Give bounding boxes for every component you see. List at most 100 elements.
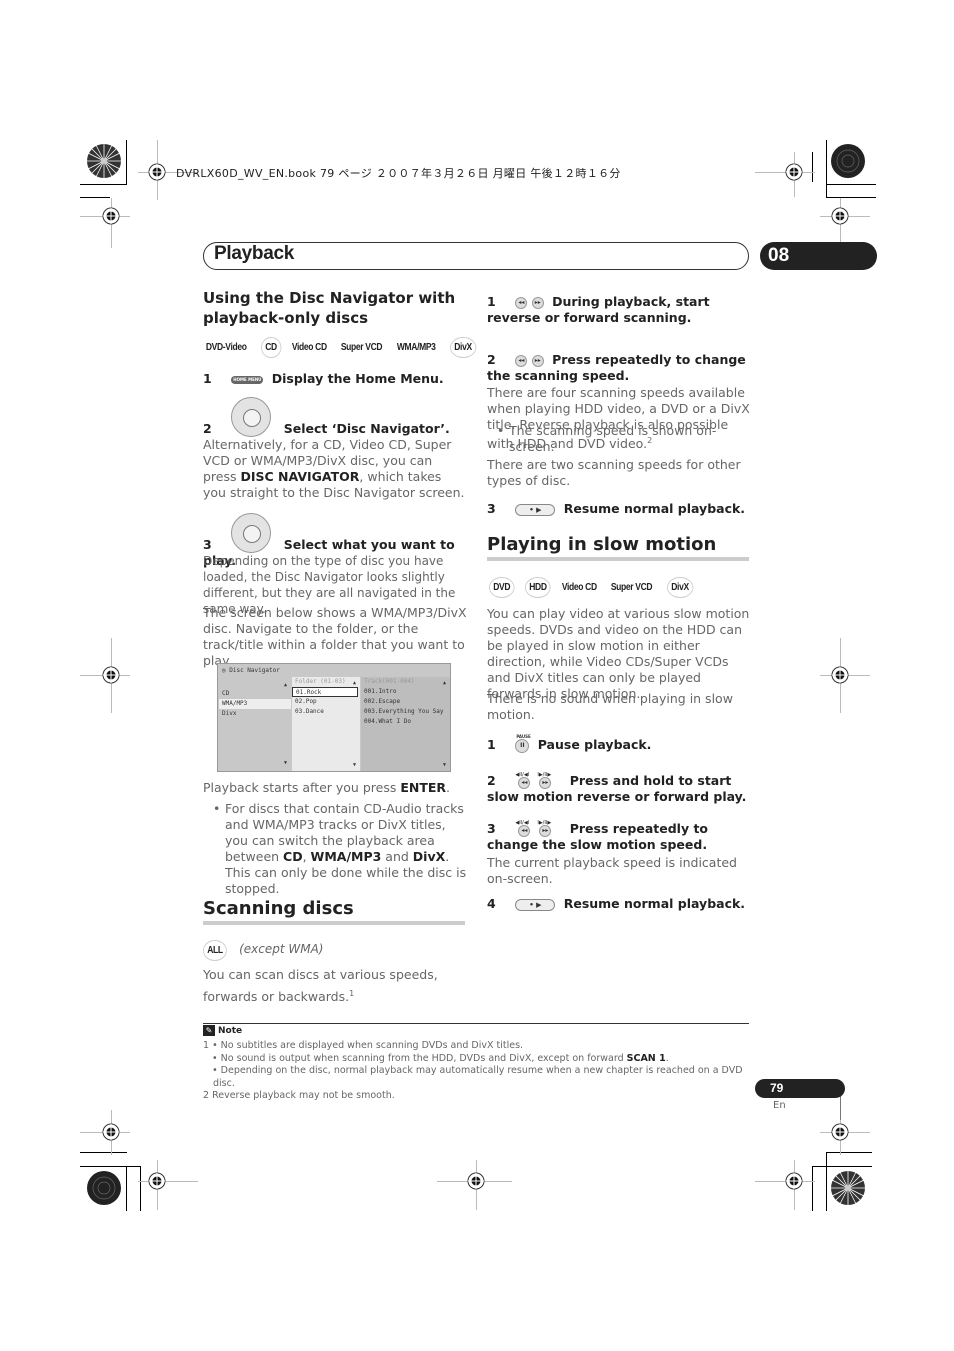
- badge-super-vcd: Super VCD: [611, 582, 653, 593]
- badge-wma-mp3: WMA/MP3: [397, 342, 436, 353]
- fast-forward-icon: ▸▸: [531, 354, 544, 367]
- step-number: 4: [487, 896, 496, 911]
- text: There are four scanning speeds available…: [487, 385, 750, 452]
- step-number: 3: [487, 821, 496, 836]
- text: • No sound is output when scanning from …: [203, 1052, 627, 1064]
- step-number: 2: [487, 352, 496, 367]
- footnote-ref[interactable]: 1: [349, 989, 354, 998]
- section-disc-navigator: Using the Disc Navigator with playback-o…: [203, 288, 468, 328]
- badge-dvd: DVD: [489, 577, 515, 598]
- folder-header: Folder (01-03): [295, 678, 346, 685]
- page-language: En: [773, 1100, 786, 1111]
- step-number: 1: [487, 737, 496, 752]
- scroll-down-icon: ▼: [442, 762, 446, 768]
- section-heading: Using the Disc Navigator with playback-o…: [203, 289, 456, 327]
- play-button-icon: • ▶: [515, 503, 556, 516]
- track-list: ▲ Track(001-004) 001.Intro 002.Escape 00…: [361, 677, 450, 771]
- scan-1-key: SCAN 1: [626, 1052, 666, 1064]
- scroll-down-icon: ▼: [283, 760, 287, 766]
- pause-icon: II: [515, 739, 530, 753]
- enter-key: ENTER: [400, 780, 447, 795]
- step-label: Select ‘Disc Navigator’.: [283, 421, 450, 436]
- crosshair-icon: [785, 163, 803, 181]
- scroll-up-icon: ▲: [442, 680, 446, 686]
- text: Playback starts after you press: [203, 780, 401, 795]
- registration-starburst-icon: [87, 144, 121, 178]
- step-number: 3: [203, 537, 212, 552]
- list-item-selected[interactable]: WMA/MP3: [219, 699, 291, 709]
- rewind-icon: ◂◂: [515, 296, 528, 309]
- slow-step-4: 4 • ▶ Resume normal playback.: [487, 896, 752, 912]
- badge-divx: DivX: [667, 577, 694, 598]
- badge-divx: DivX: [449, 337, 476, 358]
- home-menu-button-icon: HOME MENU: [231, 375, 264, 384]
- list-item-current[interactable]: 01.Rock: [292, 687, 358, 697]
- list-item[interactable]: 02.Pop: [292, 697, 360, 707]
- scan-step-3: 3 • ▶ Resume normal playback.: [487, 501, 752, 517]
- scan-step-2: 2 ◂◂ ▸▸ Press repeatedly to change the s…: [487, 352, 752, 384]
- scroll-up-icon: ▲: [352, 680, 356, 686]
- footnote-2: 2 Reverse playback may not be smooth.: [203, 1090, 395, 1101]
- list-item[interactable]: 003.Everything You Say: [361, 707, 450, 717]
- scan-disc-types: ALL (except WMA): [203, 940, 323, 961]
- slow-buttons: ◀II/◀I I▶/II▶ ◂◂ ▸▸: [515, 772, 565, 789]
- pencil-note-icon: ✎: [203, 1025, 215, 1036]
- step-label: Resume normal playback.: [563, 896, 746, 911]
- bullet-playback-area: For discs that contain CD-Audio tracks a…: [203, 801, 468, 897]
- screen-intro-text: The screen below shows a WMA/MP3/DivX di…: [203, 605, 467, 668]
- slow-forward-icon: ▸▸: [539, 824, 552, 837]
- step-label: Display the Home Menu.: [271, 371, 444, 386]
- list-item[interactable]: Divx: [219, 709, 291, 719]
- footnote-1a: 1 • No subtitles are displayed when scan…: [203, 1040, 524, 1051]
- registration-disc-icon: [87, 1171, 121, 1205]
- joystick-icon: [231, 397, 272, 437]
- step-number: 1: [487, 294, 496, 309]
- scan-step-2-text2: There are two scanning speeds for other …: [487, 457, 741, 488]
- playback-start-text: Playback starts after you press ENTER.: [203, 780, 468, 796]
- crosshair-icon: [148, 1172, 166, 1190]
- registration-starburst-icon: [831, 1171, 865, 1205]
- text: .: [446, 780, 451, 795]
- disc-type-list: ▲ CD WMA/MP3 Divx ▼: [219, 679, 291, 769]
- badge-video-cd: Video CD: [562, 582, 598, 593]
- crosshair-icon: [831, 207, 849, 225]
- key-wma-mp3: WMA/MP3: [310, 849, 382, 864]
- scroll-up-icon: ▲: [283, 682, 287, 688]
- scan-step-2-text: There are four scanning speeds available…: [487, 385, 752, 452]
- text: .: [665, 1052, 669, 1064]
- slow-buttons: ◀II/◀I I▶/II▶ ◂◂ ▸▸: [515, 820, 565, 837]
- registration-disc-icon: [831, 144, 865, 178]
- step-number: 2: [203, 421, 212, 436]
- chapter-title: Playback: [214, 243, 294, 264]
- title-text: Disc Navigator: [229, 667, 280, 674]
- play-button-icon: • ▶: [515, 898, 556, 911]
- notes-title: ✎ Note: [203, 1025, 242, 1036]
- step-1: 1 HOME MENU Display the Home Menu.: [203, 371, 468, 387]
- text: You can scan discs at various speeds, fo…: [203, 967, 438, 1005]
- crosshair-icon: [467, 1172, 485, 1190]
- disc-navigator-screen: ◎ Disc Navigator ▲ CD WMA/MP3 Divx ▼ ▲ F…: [217, 663, 451, 772]
- list-item[interactable]: CD: [219, 689, 291, 699]
- list-item[interactable]: 004.What I Do: [361, 717, 450, 727]
- footnote-1b: • No sound is output when scanning from …: [203, 1053, 749, 1066]
- footnote-ref[interactable]: 2: [647, 436, 652, 445]
- joystick-icon: [231, 513, 272, 553]
- badge-note: (except WMA): [239, 942, 324, 956]
- badge-hdd: HDD: [524, 577, 551, 598]
- crosshair-icon: [831, 666, 849, 684]
- list-item[interactable]: 001.Intro: [361, 687, 450, 697]
- slow-intro-text: You can play video at various slow motio…: [487, 606, 750, 701]
- step-label: Pause playback.: [537, 737, 652, 752]
- list-item[interactable]: 03.Dance: [292, 707, 360, 717]
- step-number: 2: [487, 773, 496, 788]
- folder-list: ▲ Folder (01-03) 01.Rock 02.Pop 03.Dance…: [292, 677, 360, 771]
- slow-step-3-text: The current playback speed is indicated …: [487, 855, 737, 886]
- slow-step-2: 2 ◀II/◀I I▶/II▶ ◂◂ ▸▸ Press and hold to …: [487, 772, 752, 805]
- key-divx: DivX: [412, 849, 446, 864]
- list-item[interactable]: 002.Escape: [361, 697, 450, 707]
- text: and: [381, 849, 413, 864]
- footnotes: 1 • No subtitles are displayed when scan…: [203, 1040, 749, 1103]
- crosshair-icon: [102, 207, 120, 225]
- footnote-1c: • Depending on the disc, normal playback…: [203, 1065, 746, 1089]
- slow-reverse-icon: ◂◂: [518, 824, 531, 837]
